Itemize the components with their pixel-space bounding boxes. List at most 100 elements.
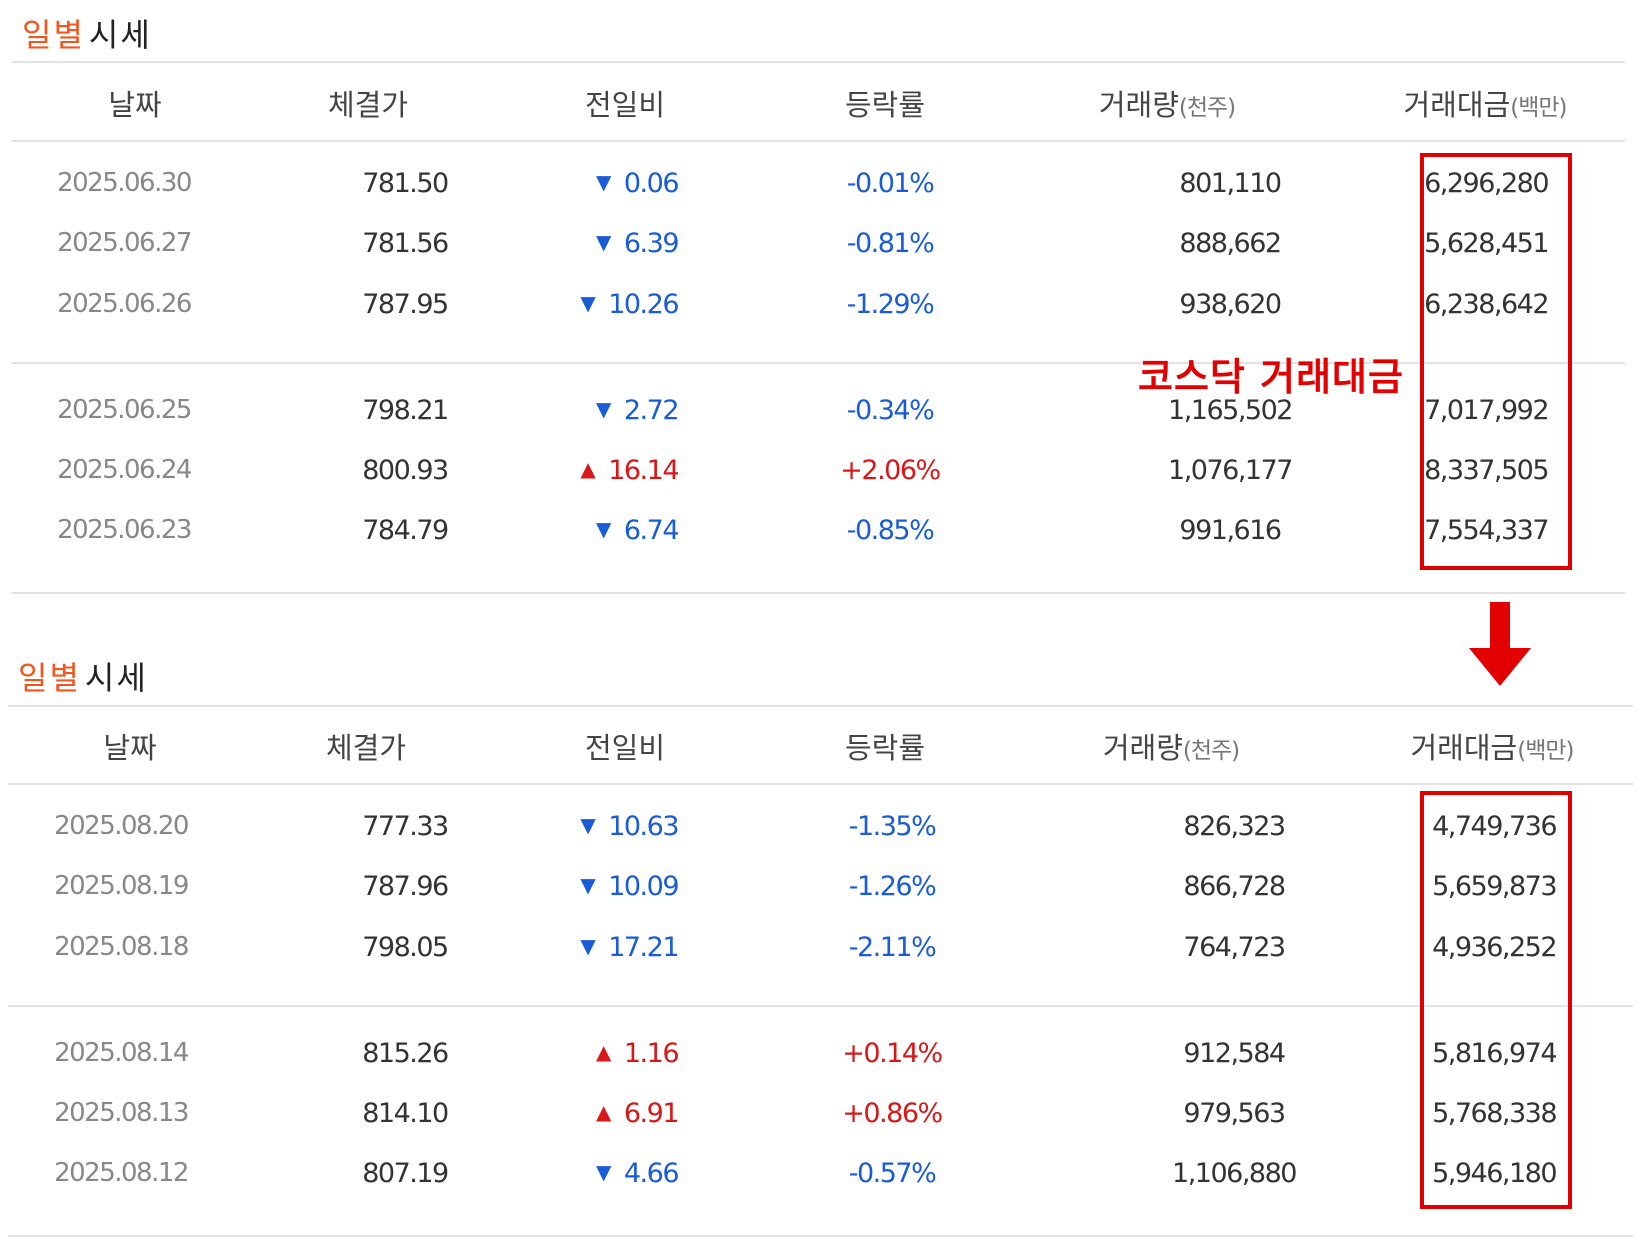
header-date: 날짜 bbox=[103, 731, 157, 765]
header-top-divider bbox=[12, 61, 1625, 63]
close-price-cell: 814.10 bbox=[362, 1098, 449, 1129]
change-cell: ▼ 6.74 bbox=[595, 515, 680, 546]
section-title: 일별 시세 bbox=[18, 659, 148, 697]
group-divider bbox=[8, 1005, 1633, 1007]
change-rate-cell: -2.11% bbox=[848, 932, 937, 963]
change-value: 17.21 bbox=[608, 932, 679, 963]
change-cell: ▼ 6.39 bbox=[595, 228, 680, 259]
date-cell: 2025.08.18 bbox=[54, 932, 189, 962]
header-bottom-divider bbox=[8, 783, 1633, 785]
volume-cell: 1,076,177 bbox=[1168, 455, 1293, 486]
close-price-cell: 787.96 bbox=[362, 871, 449, 902]
volume-cell: 866,728 bbox=[1183, 871, 1286, 902]
volume-cell: 826,323 bbox=[1183, 811, 1286, 842]
volume-cell: 764,723 bbox=[1183, 932, 1286, 963]
date-cell: 2025.06.23 bbox=[57, 515, 192, 545]
table-bottom-divider bbox=[8, 1235, 1633, 1237]
down-arrow-icon bbox=[1469, 602, 1531, 686]
change-value: 6.74 bbox=[623, 515, 680, 546]
change-value: 16.14 bbox=[608, 455, 679, 486]
change-rate-cell: -0.57% bbox=[848, 1158, 937, 1189]
change-cell: ▲ 16.14 bbox=[580, 455, 679, 486]
change-value: 10.09 bbox=[608, 871, 679, 902]
close-price-cell: 781.50 bbox=[362, 168, 449, 199]
change-value: 0.06 bbox=[623, 168, 680, 199]
date-cell: 2025.08.19 bbox=[54, 871, 189, 901]
date-cell: 2025.08.12 bbox=[54, 1158, 189, 1188]
annotation-label: 코스닥 거래대금 bbox=[1138, 355, 1404, 399]
header-close: 체결가 bbox=[327, 88, 409, 122]
date-cell: 2025.08.13 bbox=[54, 1098, 189, 1128]
close-price-cell: 807.19 bbox=[362, 1158, 449, 1189]
change-rate-cell: +2.06% bbox=[840, 455, 941, 486]
change-rate-cell: +0.86% bbox=[842, 1098, 943, 1129]
volume-cell: 912,584 bbox=[1183, 1038, 1286, 1069]
change-cell: ▲ 6.91 bbox=[595, 1098, 680, 1129]
change-rate-cell: -0.01% bbox=[846, 168, 935, 199]
change-value: 6.39 bbox=[623, 228, 680, 259]
date-cell: 2025.06.25 bbox=[57, 395, 192, 425]
close-price-cell: 798.05 bbox=[362, 932, 449, 963]
triangle-down-icon: ▼ bbox=[595, 1160, 611, 1184]
change-value: 6.91 bbox=[623, 1098, 680, 1129]
triangle-down-icon: ▼ bbox=[595, 230, 611, 254]
close-price-cell: 777.33 bbox=[362, 811, 449, 842]
change-cell: ▼ 17.21 bbox=[580, 932, 679, 963]
triangle-up-icon: ▲ bbox=[595, 1100, 611, 1124]
date-cell: 2025.06.26 bbox=[57, 289, 192, 319]
header-volume: 거래량(천주) bbox=[1098, 88, 1236, 122]
close-price-cell: 800.93 bbox=[362, 455, 449, 486]
change-value: 10.26 bbox=[608, 289, 679, 320]
header-change: 전일비 bbox=[584, 731, 666, 765]
close-price-cell: 815.26 bbox=[362, 1038, 449, 1069]
change-cell: ▲ 1.16 bbox=[595, 1038, 680, 1069]
volume-cell: 888,662 bbox=[1179, 228, 1282, 259]
amount-highlight-box bbox=[1420, 791, 1572, 1209]
amount-highlight-box bbox=[1420, 153, 1572, 570]
volume-cell: 1,106,880 bbox=[1172, 1158, 1297, 1189]
triangle-down-icon: ▼ bbox=[580, 873, 595, 897]
header-amount: 거래대금(백만) bbox=[1403, 88, 1567, 122]
triangle-down-icon: ▼ bbox=[580, 813, 595, 837]
triangle-up-icon: ▲ bbox=[580, 457, 595, 481]
change-cell: ▼ 2.72 bbox=[596, 395, 680, 426]
header-rate: 등락률 bbox=[844, 731, 926, 765]
date-cell: 2025.06.30 bbox=[57, 168, 192, 198]
change-cell: ▼ 10.26 bbox=[580, 289, 679, 320]
close-price-cell: 784.79 bbox=[362, 515, 449, 546]
header-amount: 거래대금(백만) bbox=[1410, 731, 1574, 765]
triangle-down-icon: ▼ bbox=[580, 934, 595, 958]
header-top-divider bbox=[8, 705, 1633, 707]
triangle-up-icon: ▲ bbox=[595, 1040, 611, 1064]
date-cell: 2025.08.14 bbox=[54, 1038, 189, 1068]
change-cell: ▼ 10.63 bbox=[580, 811, 679, 842]
change-rate-cell: -1.29% bbox=[846, 289, 935, 320]
change-rate-cell: -1.35% bbox=[848, 811, 937, 842]
header-volume: 거래량(천주) bbox=[1102, 731, 1240, 765]
change-value: 10.63 bbox=[608, 811, 679, 842]
close-price-cell: 781.56 bbox=[362, 228, 449, 259]
change-rate-cell: -0.34% bbox=[846, 395, 935, 426]
section-title: 일별 시세 bbox=[22, 16, 152, 54]
date-cell: 2025.08.20 bbox=[54, 811, 189, 841]
header-date: 날짜 bbox=[108, 88, 162, 122]
change-value: 2.72 bbox=[623, 395, 680, 426]
change-rate-cell: -0.81% bbox=[846, 228, 935, 259]
triangle-down-icon: ▼ bbox=[580, 291, 595, 315]
header-rate: 등락률 bbox=[844, 88, 926, 122]
header-change: 전일비 bbox=[584, 88, 666, 122]
table-bottom-divider bbox=[12, 592, 1625, 594]
triangle-down-icon: ▼ bbox=[595, 517, 611, 541]
volume-cell: 938,620 bbox=[1179, 289, 1282, 320]
header-bottom-divider bbox=[12, 140, 1625, 142]
change-rate-cell: +0.14% bbox=[842, 1038, 943, 1069]
date-cell: 2025.06.24 bbox=[57, 455, 192, 485]
triangle-down-icon: ▼ bbox=[595, 170, 611, 194]
change-cell: ▼ 0.06 bbox=[595, 168, 680, 199]
header-close: 체결가 bbox=[325, 731, 407, 765]
change-cell: ▼ 10.09 bbox=[580, 871, 679, 902]
close-price-cell: 798.21 bbox=[362, 395, 449, 426]
volume-cell: 991,616 bbox=[1179, 515, 1282, 546]
change-value: 1.16 bbox=[623, 1038, 680, 1069]
change-value: 4.66 bbox=[623, 1158, 680, 1189]
